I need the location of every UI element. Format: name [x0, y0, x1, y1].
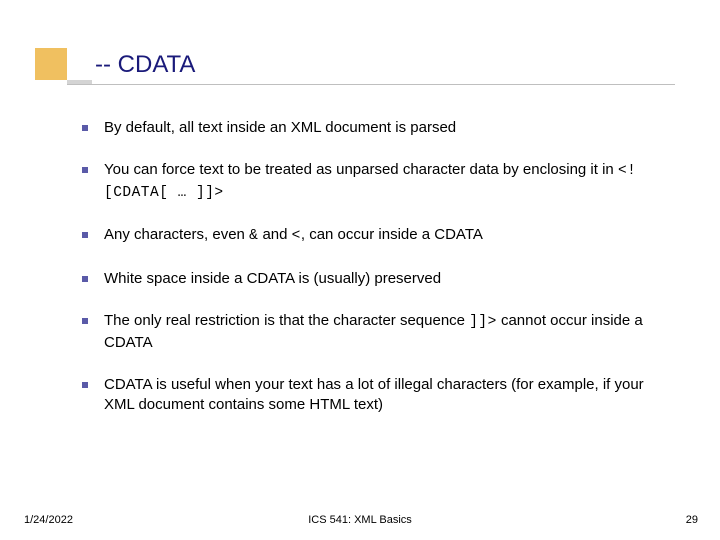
title-underline [67, 84, 675, 85]
page-number: 29 [686, 514, 698, 526]
bullet-text: , can occur inside a CDATA [301, 226, 483, 243]
slide-title: -- CDATA [95, 51, 195, 79]
list-item: Any characters, even & and <, can occur … [78, 225, 672, 247]
code-inline: < [292, 228, 301, 244]
bullet-text: By default, all text inside an XML docum… [104, 119, 456, 136]
list-item: The only real restriction is that the ch… [78, 311, 672, 353]
bullet-text: The only real restriction is that the ch… [104, 312, 469, 329]
bullet-text: You can force text to be treated as unpa… [104, 161, 618, 178]
bullet-text: Any characters, even [104, 226, 249, 243]
bullet-text: White space inside a CDATA is (usually) … [104, 270, 441, 287]
footer-title: ICS 541: XML Basics [0, 514, 720, 526]
slide-body: By default, all text inside an XML docum… [78, 118, 672, 438]
list-item: CDATA is useful when your text has a lot… [78, 375, 672, 416]
list-item: White space inside a CDATA is (usually) … [78, 269, 672, 289]
list-item: You can force text to be treated as unpa… [78, 160, 672, 203]
bullet-list: By default, all text inside an XML docum… [78, 118, 672, 416]
list-item: By default, all text inside an XML docum… [78, 118, 672, 138]
accent-square-icon [35, 48, 67, 80]
code-inline: ]]> [469, 314, 497, 330]
slide: -- CDATA By default, all text inside an … [0, 0, 720, 540]
bullet-text: and [258, 226, 291, 243]
bullet-text: CDATA is useful when your text has a lot… [104, 376, 644, 413]
code-inline: & [249, 228, 258, 244]
